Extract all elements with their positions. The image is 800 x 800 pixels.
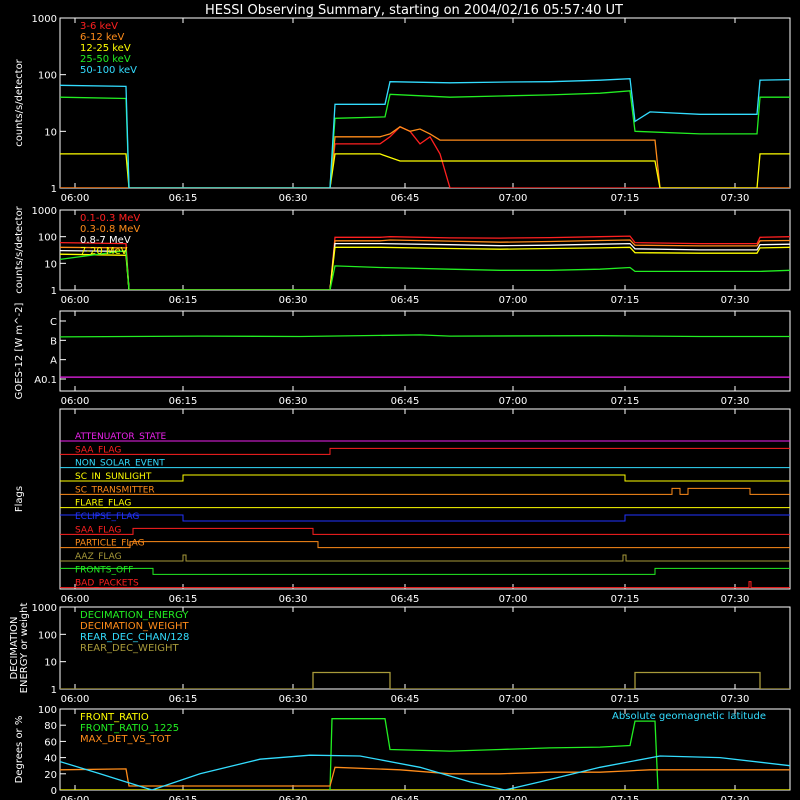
x-tick-label: 07:30 [721,594,750,605]
y-axis-label: GOES-12 [W m^-2] [14,303,25,400]
x-tick-label: 06:15 [169,594,198,605]
x-tick-label: 06:45 [391,295,420,306]
x-tick-label: 07:30 [721,795,750,800]
y-tick-label: 1 [51,184,57,195]
y-tick-label: 100 [38,705,57,716]
x-tick-label: 06:30 [279,694,308,705]
x-tick-label: 06:45 [391,396,420,407]
x-tick-label: 07:15 [611,694,640,705]
y-tick-label: A [50,356,57,367]
x-tick-label: 06:00 [61,193,90,204]
legend-entry: 0.1-0.3 MeV [80,213,140,224]
y-tick-label: 1000 [32,206,57,217]
x-tick-label: 07:30 [721,396,750,407]
y-tick-label: 1000 [32,14,57,25]
x-tick-label: 06:45 [391,694,420,705]
y-tick-label: 1000 [32,603,57,614]
x-tick-label: 06:00 [61,795,90,800]
y-tick-label: 0 [51,786,57,797]
x-tick-label: 06:15 [169,193,198,204]
legend-entry: DECIMATION_WEIGHT [80,621,189,632]
x-tick-label: 06:15 [169,694,198,705]
flag-label: FRONTS_OFF [75,565,133,575]
x-tick-label: 07:00 [499,295,528,306]
x-tick-label: 07:00 [499,193,528,204]
y-tick-label: A0.1 [34,375,57,386]
x-tick-label: 06:30 [279,795,308,800]
x-tick-label: 07:00 [499,396,528,407]
x-tick-label: 07:30 [721,694,750,705]
y-axis-label: Degrees or % [14,716,25,784]
y-tick-label: 10 [44,658,57,669]
observing-summary-chart: HESSI Observing Summary, starting on 200… [0,0,800,800]
y-tick-label: 100 [38,71,57,82]
legend-entry: 0.8-7 MeV [80,235,131,246]
legend-entry: REAR_DEC_CHAN/128 [80,632,189,643]
y-tick-label: B [50,336,57,347]
x-tick-label: 06:00 [61,396,90,407]
x-tick-label: 06:30 [279,193,308,204]
x-tick-label: 07:15 [611,795,640,800]
legend-entry: 25-50 keV [80,54,131,65]
x-tick-label: 07:00 [499,694,528,705]
y-tick-label: 100 [38,233,57,244]
legend-entry: 12-25 keV [80,43,131,54]
x-tick-label: 06:45 [391,795,420,800]
x-tick-label: 07:15 [611,295,640,306]
annotation-label: Absolute geomagnetic latitude [612,711,766,722]
x-tick-label: 07:00 [499,795,528,800]
x-tick-label: 06:45 [391,594,420,605]
y-axis-label: ENERGY or weight [19,603,30,694]
x-tick-label: 06:30 [279,594,308,605]
y-axis-label: counts/s/detector [14,205,25,293]
x-tick-label: 06:00 [61,694,90,705]
legend-entry: 7-20 MeV [80,246,128,257]
legend-entry: FRONT_RATIO_1225 [80,723,179,734]
x-tick-label: 06:00 [61,295,90,306]
x-tick-label: 07:00 [499,594,528,605]
x-tick-label: 06:15 [169,396,198,407]
legend-entry: REAR_DEC_WEIGHT [80,643,179,654]
y-axis-label: counts/s/detector [14,58,25,146]
x-tick-label: 06:00 [61,594,90,605]
legend-entry: 3-6 keV [80,21,118,32]
x-tick-label: 07:30 [721,295,750,306]
x-tick-label: 07:15 [611,594,640,605]
x-tick-label: 06:30 [279,295,308,306]
x-tick-label: 06:30 [279,396,308,407]
chart-title: HESSI Observing Summary, starting on 200… [205,3,623,18]
y-tick-label: 10 [44,127,57,138]
legend-entry: 50-100 keV [80,65,137,76]
y-tick-label: 60 [44,737,57,748]
y-tick-label: 10 [44,259,57,270]
x-tick-label: 07:15 [611,193,640,204]
y-tick-label: 100 [38,630,57,641]
legend-entry: DECIMATION_ENERGY [80,610,189,621]
x-tick-label: 06:15 [169,295,198,306]
y-tick-label: 20 [44,770,57,781]
flag-label: ECLIPSE_FLAG [75,512,139,522]
x-tick-label: 06:45 [391,193,420,204]
y-tick-label: 40 [44,754,57,765]
legend-entry: MAX_DET_VS_TOT [80,734,172,745]
legend-entry: 6-12 keV [80,32,124,43]
y-tick-label: C [50,317,57,328]
x-tick-label: 07:15 [611,396,640,407]
y-tick-label: 1 [51,685,57,696]
y-tick-label: 1 [51,286,57,297]
legend-entry: 0.3-0.8 MeV [80,224,140,235]
y-axis-label: Flags [14,486,25,512]
x-tick-label: 07:30 [721,193,750,204]
y-tick-label: 80 [44,721,57,732]
x-tick-label: 06:15 [169,795,198,800]
legend-entry: FRONT_RATIO [80,712,149,723]
